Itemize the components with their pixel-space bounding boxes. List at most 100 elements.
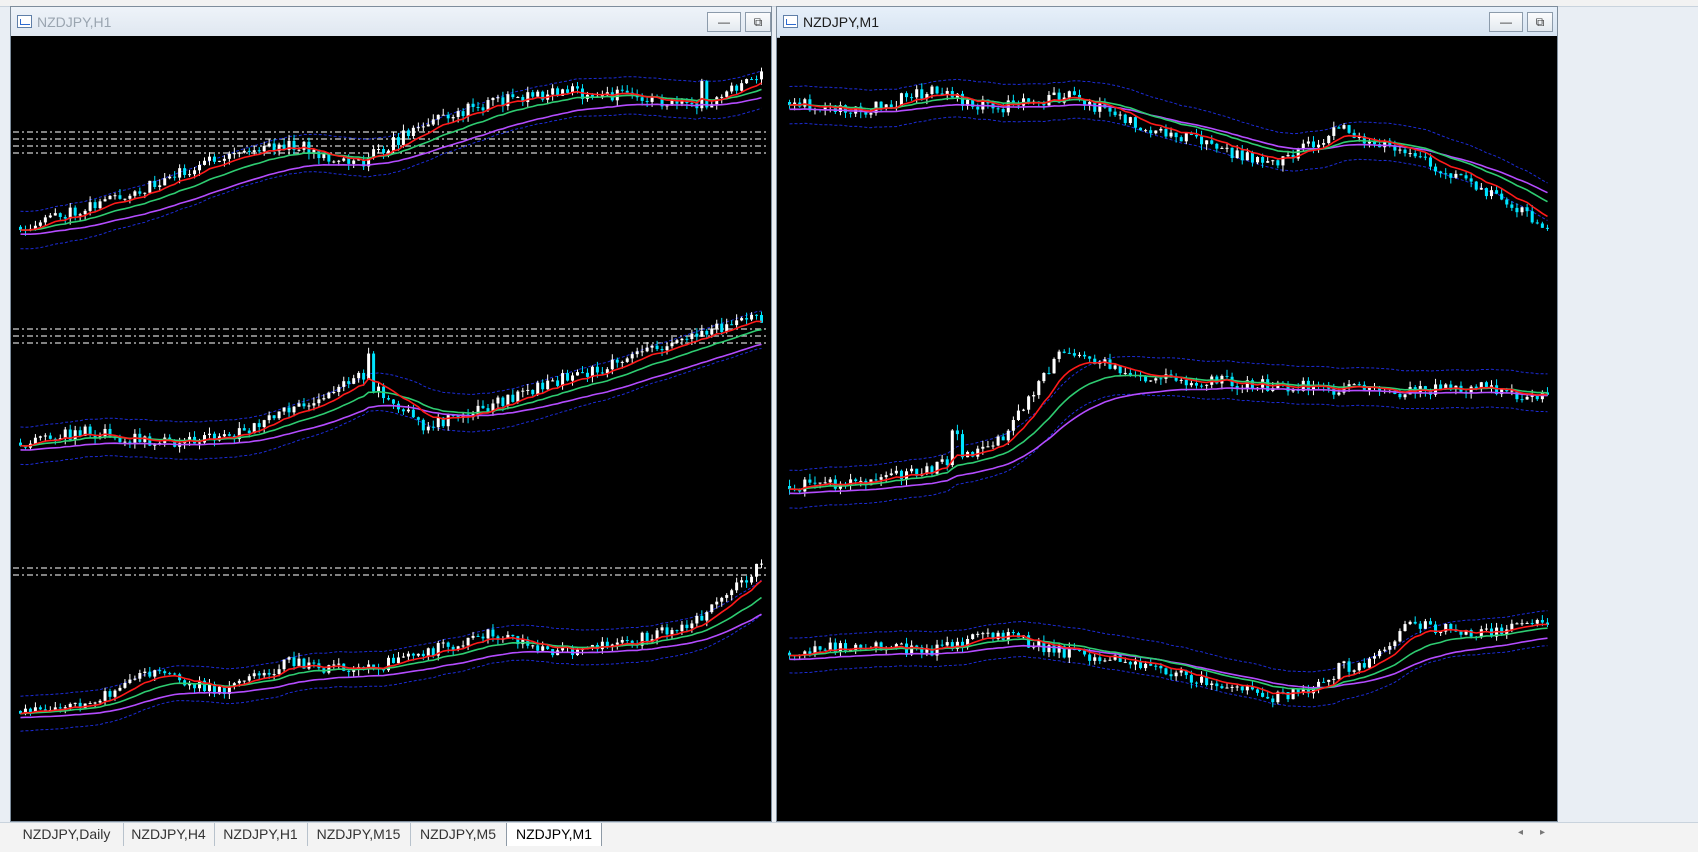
candle-body bbox=[362, 372, 366, 380]
candle-body bbox=[128, 679, 132, 683]
price-chart-panel[interactable] bbox=[780, 532, 1557, 754]
candle-body bbox=[730, 590, 734, 596]
candle-body bbox=[818, 646, 822, 650]
candle-body bbox=[705, 612, 709, 621]
candle-body bbox=[976, 448, 980, 457]
moving-average-slow bbox=[20, 343, 762, 451]
candle-body bbox=[163, 178, 167, 186]
candle-body bbox=[566, 373, 570, 381]
window-titlebar-right[interactable]: NZDJPY,M1 — ⧉ bbox=[777, 7, 1557, 38]
candle-body bbox=[1088, 356, 1092, 359]
candle-body bbox=[576, 86, 579, 89]
price-chart-panel[interactable] bbox=[780, 36, 1557, 272]
price-chart-panel[interactable] bbox=[11, 36, 771, 272]
candle-body bbox=[1083, 354, 1087, 357]
candle-body bbox=[406, 130, 410, 136]
candle-body bbox=[1388, 646, 1392, 650]
candle-body bbox=[1479, 188, 1483, 190]
candle-body bbox=[1362, 663, 1366, 668]
candle-body bbox=[242, 428, 246, 431]
candle-body bbox=[337, 663, 341, 665]
candle-body bbox=[1535, 620, 1539, 624]
candle-body bbox=[1540, 620, 1544, 623]
candle-body bbox=[441, 642, 445, 644]
candle-body bbox=[242, 150, 246, 153]
minimize-button[interactable]: — bbox=[1489, 12, 1523, 32]
candle-body bbox=[113, 690, 117, 697]
candle-body bbox=[143, 671, 147, 674]
candle-body bbox=[750, 79, 754, 81]
candle-body bbox=[760, 563, 764, 565]
candle-body bbox=[1164, 128, 1168, 137]
tab-nzdjpy-h1[interactable]: NZDJPY,H1 bbox=[214, 823, 308, 846]
candle-body bbox=[352, 378, 356, 384]
candle-body bbox=[227, 153, 231, 159]
candle-body bbox=[203, 435, 206, 443]
candle-body bbox=[1169, 674, 1173, 677]
tab-nzdjpy-daily[interactable]: NZDJPY,Daily bbox=[10, 823, 124, 846]
candle-body bbox=[1144, 663, 1148, 669]
candle-body bbox=[955, 430, 959, 435]
candle-body bbox=[332, 664, 336, 666]
candle-body bbox=[1108, 107, 1112, 112]
candle-body bbox=[461, 111, 465, 117]
candle-body bbox=[745, 580, 749, 583]
candle-body bbox=[725, 595, 729, 598]
candle-body bbox=[750, 576, 754, 583]
candle-body bbox=[1337, 127, 1341, 129]
candle-body bbox=[1535, 222, 1539, 224]
restore-button[interactable]: ⧉ bbox=[1527, 12, 1553, 32]
candle-body bbox=[869, 113, 873, 115]
candle-body bbox=[1200, 676, 1204, 683]
tab-nzdjpy-m15[interactable]: NZDJPY,M15 bbox=[307, 823, 411, 846]
bollinger-band-lower bbox=[789, 645, 1548, 708]
candle-body bbox=[1378, 650, 1382, 657]
candle-body bbox=[645, 632, 649, 642]
price-chart-panel[interactable] bbox=[11, 283, 771, 519]
candle-body bbox=[347, 158, 351, 164]
window-titlebar-left[interactable]: NZDJPY,H1 — ⧉ bbox=[11, 7, 771, 38]
candle-body bbox=[536, 91, 540, 97]
candle-body bbox=[257, 423, 261, 428]
scroll-left-icon[interactable]: ◂ bbox=[1518, 827, 1523, 838]
candle-body bbox=[416, 653, 420, 656]
candle-body bbox=[1337, 663, 1341, 679]
candle-body bbox=[1067, 352, 1071, 354]
price-chart-panel[interactable] bbox=[780, 283, 1557, 521]
minimize-button[interactable]: — bbox=[707, 12, 741, 32]
candle-body bbox=[700, 330, 704, 337]
candle-body bbox=[1489, 190, 1494, 197]
scroll-right-icon[interactable]: ▸ bbox=[1540, 827, 1545, 838]
candle-body bbox=[222, 158, 226, 161]
candle-body bbox=[491, 629, 495, 637]
candle-body bbox=[1352, 670, 1356, 672]
candle-body bbox=[665, 627, 669, 635]
tab-nzdjpy-m5[interactable]: NZDJPY,M5 bbox=[410, 823, 507, 846]
candle-body bbox=[108, 428, 112, 438]
candle-body bbox=[1276, 160, 1280, 166]
candle-body bbox=[1266, 161, 1270, 163]
candle-body bbox=[675, 340, 679, 343]
restore-button[interactable]: ⧉ bbox=[745, 12, 771, 32]
candle-body bbox=[685, 338, 689, 340]
candle-body bbox=[1367, 658, 1371, 668]
candle-body bbox=[1118, 114, 1122, 116]
candle-body bbox=[173, 176, 177, 178]
candle-body bbox=[1459, 173, 1463, 176]
candle-body bbox=[396, 137, 400, 145]
candle-body bbox=[1225, 147, 1229, 149]
candle-body bbox=[1062, 351, 1066, 353]
price-chart-panel[interactable] bbox=[11, 532, 771, 754]
candle-body bbox=[1484, 628, 1488, 630]
candle-body bbox=[976, 633, 980, 635]
candle-body bbox=[446, 415, 450, 427]
tab-nzdjpy-h4[interactable]: NZDJPY,H4 bbox=[123, 823, 215, 846]
candle-body bbox=[1393, 641, 1397, 647]
candle-body bbox=[1439, 384, 1443, 390]
tab-nzdjpy-m1[interactable]: NZDJPY,M1 bbox=[506, 823, 602, 848]
candle-body bbox=[267, 415, 271, 421]
candle-body bbox=[1403, 624, 1407, 632]
candle-body bbox=[690, 623, 694, 629]
candle-body bbox=[476, 635, 480, 637]
bollinger-band-lower bbox=[20, 614, 762, 732]
